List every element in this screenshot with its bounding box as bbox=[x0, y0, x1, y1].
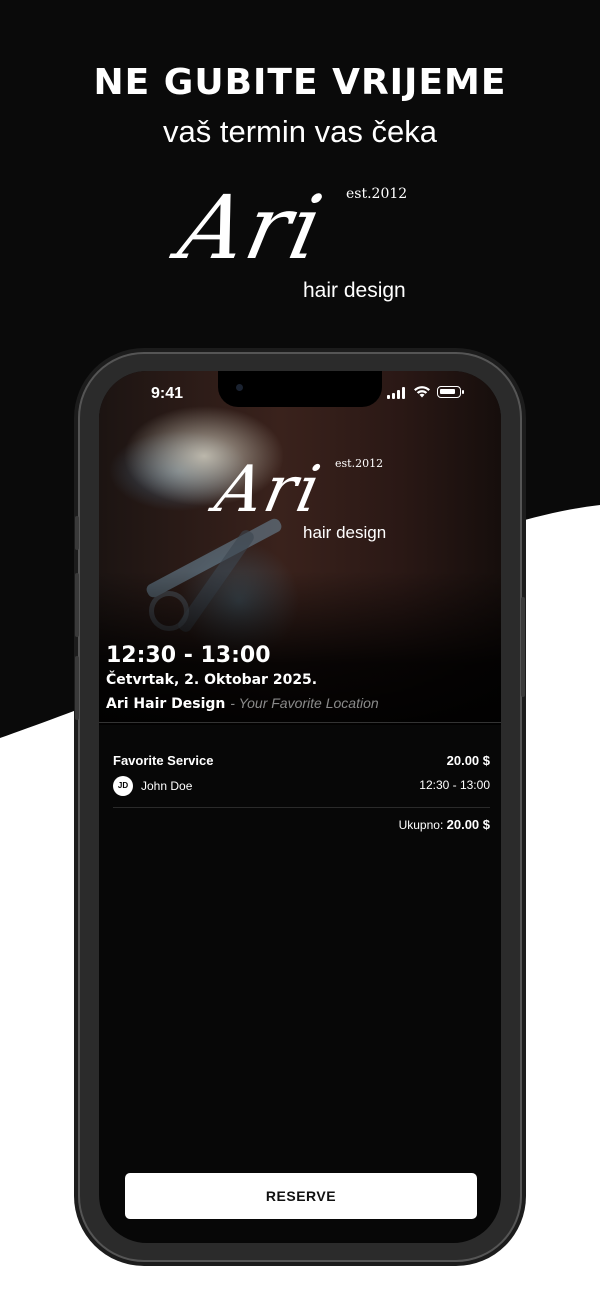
hero-logo-tagline: hair design bbox=[303, 523, 387, 542]
brand-logo-script: Ari bbox=[171, 176, 333, 279]
wifi-icon bbox=[414, 386, 430, 398]
app-screen: 9:41 Ari est.2012 hair design 12:30 - 13… bbox=[99, 371, 501, 1243]
front-camera bbox=[236, 384, 243, 391]
appointment-date: Četvrtak, 2. Oktobar 2025. bbox=[106, 672, 318, 688]
cellular-signal-icon bbox=[387, 387, 405, 399]
phone-power-button bbox=[521, 597, 525, 697]
reserve-button[interactable]: RESERVE bbox=[125, 1173, 477, 1219]
salon-location: - Your Favorite Location bbox=[230, 695, 379, 711]
phone-volume-up bbox=[75, 573, 79, 637]
total-amount: 20.00 $ bbox=[446, 817, 490, 832]
phone-mute-switch bbox=[75, 516, 79, 550]
status-time: 9:41 bbox=[151, 385, 184, 402]
promo-subline: vaš termin vas čeka bbox=[163, 114, 437, 149]
appointment-time-range: 12:30 - 13:00 bbox=[106, 643, 271, 668]
service-price: 20.00 $ bbox=[446, 753, 490, 768]
total-label: Ukupno: bbox=[398, 818, 444, 832]
brand-logo-tagline: hair design bbox=[303, 279, 406, 302]
hero-scissor-ring-shape bbox=[149, 591, 189, 631]
battery-icon bbox=[437, 386, 464, 398]
hero-logo-est: est.2012 bbox=[335, 457, 384, 470]
staff-avatar: JD bbox=[113, 776, 133, 796]
hero-logo-script: Ari bbox=[209, 453, 329, 527]
staff-name: John Doe bbox=[141, 779, 193, 793]
appointment-salon: Ari Hair Design - Your Favorite Location bbox=[106, 695, 379, 712]
promo-headline: NE GUBITE VRIJEME bbox=[93, 62, 507, 103]
order-total: Ukupno: 20.00 $ bbox=[399, 817, 490, 832]
header-divider bbox=[99, 722, 501, 723]
phone-volume-down bbox=[75, 656, 79, 720]
service-time: 12:30 - 13:00 bbox=[419, 778, 490, 792]
service-name: Favorite Service bbox=[113, 753, 214, 768]
brand-logo: Ari est.2012 hair design bbox=[170, 176, 440, 306]
service-divider bbox=[113, 807, 490, 808]
hero-brand-logo: Ari est.2012 hair design bbox=[209, 453, 411, 553]
brand-logo-est: est.2012 bbox=[346, 186, 408, 202]
salon-name: Ari Hair Design bbox=[106, 696, 226, 712]
